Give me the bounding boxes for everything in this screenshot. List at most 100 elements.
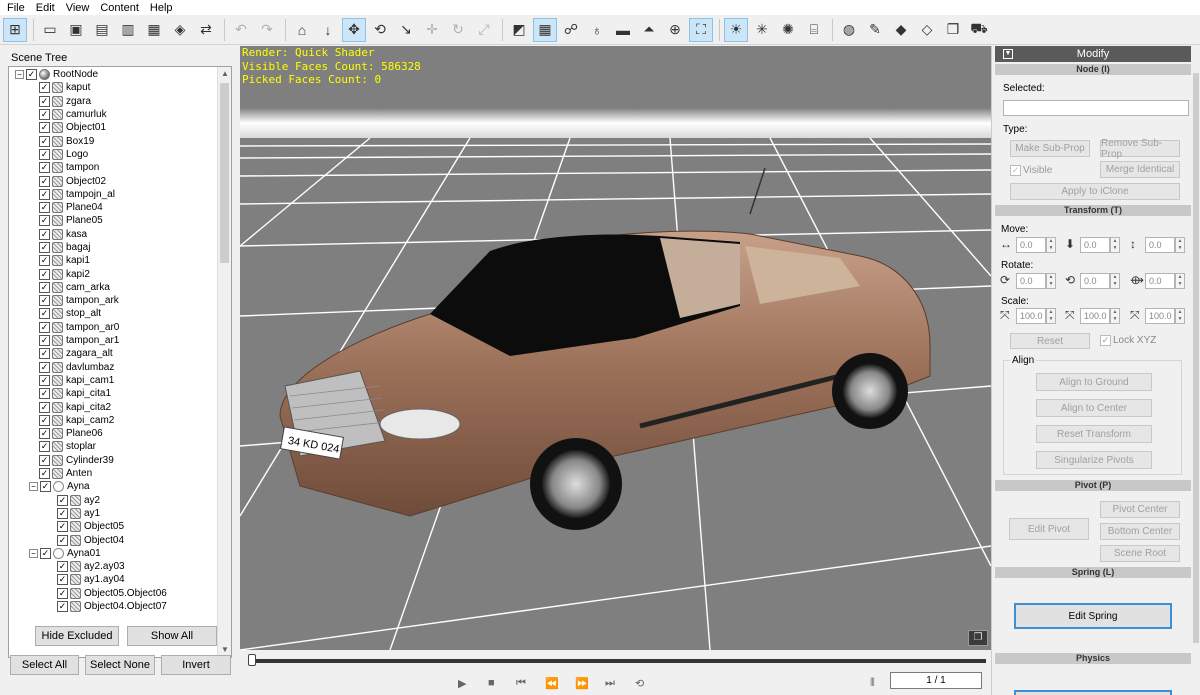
home-icon[interactable]: ⌂	[290, 18, 314, 42]
tree-checkbox[interactable]: ✓	[39, 268, 50, 280]
invert-button[interactable]: Invert	[161, 655, 231, 675]
stop-icon[interactable]: ■	[488, 677, 495, 689]
lock-xyz-checkbox[interactable]: ✓ Lock XYZ	[1100, 335, 1156, 346]
apply-to-iclone-button[interactable]: Apply to iClone	[1010, 183, 1180, 200]
material-icon[interactable]: ◆	[889, 18, 913, 42]
tree-node[interactable]: ✓ tampon_ar0	[15, 321, 217, 334]
tree-checkbox[interactable]: ✓	[57, 561, 68, 573]
first-frame-icon[interactable]: ⏮	[516, 677, 526, 690]
tree-node[interactable]: ✓ kapi1	[15, 254, 217, 267]
tree-node[interactable]: ✓ Object04.Object07	[15, 600, 217, 613]
redo-icon[interactable]: ↷	[255, 18, 279, 42]
pan-icon[interactable]: ✛	[420, 18, 444, 42]
rotate-y-field[interactable]: 0.0	[1080, 273, 1110, 289]
wrench-icon[interactable]: ✎	[863, 18, 887, 42]
tree-collapse-icon[interactable]: −	[29, 482, 38, 492]
rotate-y-spinner[interactable]: ▲ ▼	[1110, 273, 1120, 289]
tree-checkbox[interactable]: ✓	[39, 454, 50, 466]
move-y-spinner[interactable]: ▲ ▼	[1110, 237, 1120, 253]
tree-node[interactable]: ✓ ay1.ay04	[15, 573, 217, 586]
tree-checkbox[interactable]: ✓	[57, 521, 68, 533]
visible-check-icon[interactable]: ✓	[1010, 165, 1021, 176]
tree-checkbox[interactable]: ✓	[39, 122, 50, 134]
tree-node[interactable]: ✓ ay1	[15, 507, 217, 520]
spring-section-header[interactable]: Spring (L)	[995, 567, 1191, 578]
loop-icon[interactable]: ⟲	[635, 677, 644, 690]
lock-xyz-check-icon[interactable]: ✓	[1100, 335, 1111, 346]
rewind-icon[interactable]: ⏪	[545, 677, 559, 690]
tree-node[interactable]: ✓ Logo	[15, 148, 217, 161]
scale-z-spinner[interactable]: ▲ ▼	[1175, 308, 1185, 324]
timeline-knob[interactable]	[248, 654, 256, 666]
tree-checkbox[interactable]: ✓	[26, 69, 37, 81]
bulb-icon[interactable]: ✺	[776, 18, 800, 42]
cart-icon[interactable]: ⛟	[967, 18, 991, 42]
tree-checkbox[interactable]: ✓	[39, 308, 50, 320]
tree-checkbox[interactable]: ✓	[57, 494, 68, 506]
tree-node[interactable]: ✓ kapi_cam2	[15, 414, 217, 427]
tree-node[interactable]: ✓ stoplar	[15, 440, 217, 453]
down-arrow-icon[interactable]: ↓	[316, 18, 340, 42]
visible-checkbox[interactable]: ✓ Visible	[1010, 165, 1052, 176]
tree-node[interactable]: ✓ Object05	[15, 520, 217, 533]
tree-checkbox[interactable]: ✓	[39, 428, 50, 440]
pick-icon[interactable]: ↘	[394, 18, 418, 42]
tree-checkbox[interactable]: ✓	[39, 361, 50, 373]
scene-tree-icon[interactable]: ⊞	[3, 17, 27, 42]
last-frame-icon[interactable]: ⏭	[605, 677, 615, 690]
pin-icon[interactable]: ♁	[585, 18, 609, 42]
open-folder-icon[interactable]: ▭	[38, 18, 62, 42]
tree-node[interactable]: ✓ Plane05	[15, 214, 217, 227]
tree-node[interactable]: ✓ kapi2	[15, 267, 217, 280]
tree-checkbox[interactable]: ✓	[39, 95, 50, 107]
move-z-spinner[interactable]: ▲ ▼	[1175, 237, 1185, 253]
scale-x-field[interactable]: 100.0	[1016, 308, 1046, 324]
tree-checkbox[interactable]: ✓	[39, 335, 50, 347]
scene-root-button[interactable]: Scene Root	[1100, 545, 1180, 562]
world-icon[interactable]: ◍	[837, 18, 861, 42]
tree-checkbox[interactable]: ✓	[39, 162, 50, 174]
tree-node[interactable]: ✓ Anten	[15, 467, 217, 480]
spot-icon[interactable]: ✳	[750, 18, 774, 42]
tree-checkbox[interactable]: ✓	[39, 321, 50, 333]
tree-node[interactable]: ✓ cam_arka	[15, 281, 217, 294]
select-all-button[interactable]: Select All	[10, 655, 79, 675]
play-icon[interactable]: ▶	[458, 677, 466, 690]
tree-node[interactable]: ✓ tampojn_al	[15, 188, 217, 201]
tree-node[interactable]: ✓ kasa	[15, 228, 217, 241]
collapse-icon[interactable]: ▼	[1003, 49, 1013, 59]
modify-scrollbar[interactable]	[1192, 63, 1200, 695]
tree-node[interactable]: ✓ Box19	[15, 134, 217, 147]
move-x-field[interactable]: 0.0	[1016, 237, 1046, 253]
tree-checkbox[interactable]: ✓	[39, 228, 50, 240]
refresh-icon[interactable]: ↻	[446, 18, 470, 42]
resize-icon[interactable]: ⤢	[472, 18, 496, 42]
tree-checkbox[interactable]: ✓	[39, 468, 50, 480]
menu-file[interactable]: File	[2, 2, 31, 14]
align-to-center-button[interactable]: Align to Center	[1036, 399, 1152, 417]
rotate-x-field[interactable]: 0.0	[1016, 273, 1046, 289]
tree-checkbox[interactable]: ✓	[57, 574, 68, 586]
make-sub-prop-button[interactable]: Make Sub-Prop	[1010, 140, 1090, 157]
tree-node[interactable]: ✓ Object05.Object06	[15, 587, 217, 600]
export-icon[interactable]: ▥	[116, 18, 140, 42]
tree-checkbox[interactable]: ✓	[39, 215, 50, 227]
move-z-field[interactable]: 0.0	[1145, 237, 1175, 253]
node-section-header[interactable]: Node (I)	[995, 64, 1191, 75]
tree-checkbox[interactable]: ✓	[39, 295, 50, 307]
copy-icon[interactable]: ❐	[941, 18, 965, 42]
menu-content[interactable]: Content	[95, 2, 145, 14]
pivot-center-button[interactable]: Pivot Center	[1100, 501, 1180, 518]
tree-checkbox[interactable]: ✓	[39, 188, 50, 200]
tree-checkbox[interactable]: ✓	[39, 414, 50, 426]
grid-icon[interactable]: ▦	[533, 17, 557, 42]
tree-node[interactable]: ✓ Plane04	[15, 201, 217, 214]
move-y-field[interactable]: 0.0	[1080, 237, 1110, 253]
tree-checkbox[interactable]: ✓	[39, 374, 50, 386]
tree-node[interactable]: ✓ ay2.ay03	[15, 560, 217, 573]
save-as-icon[interactable]: ▤	[90, 18, 114, 42]
tree-node[interactable]: ✓ camurluk	[15, 108, 217, 121]
undo-icon[interactable]: ↶	[229, 18, 253, 42]
tree-node[interactable]: ✓ Object02	[15, 174, 217, 187]
rotate-x-spinner[interactable]: ▲ ▼	[1046, 273, 1056, 289]
